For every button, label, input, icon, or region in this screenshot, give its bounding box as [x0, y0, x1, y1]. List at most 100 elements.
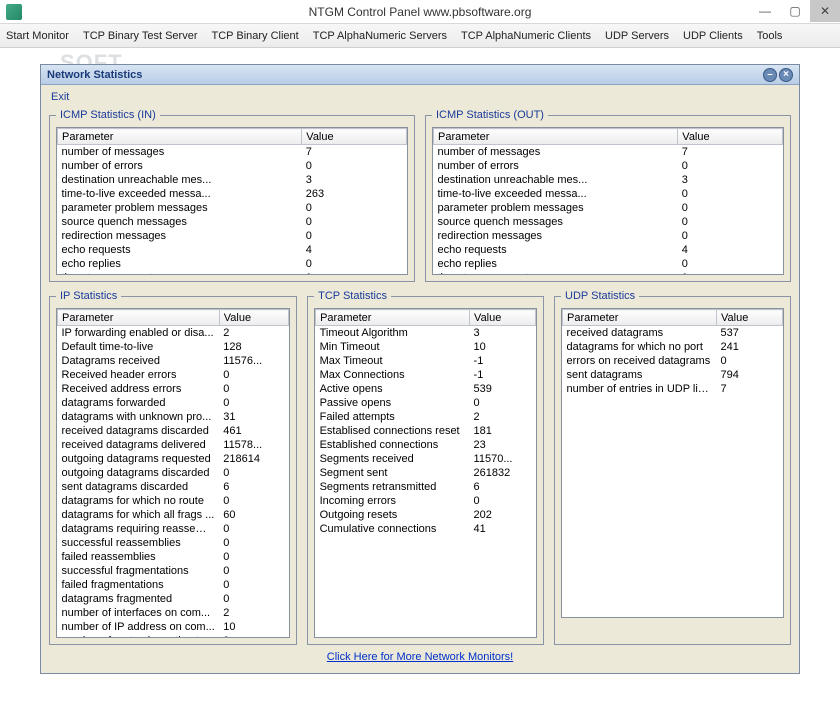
table-row[interactable]: Segments retransmitted6	[316, 480, 536, 494]
list-udp[interactable]: Parameter Value received datagrams537dat…	[561, 308, 784, 618]
table-row[interactable]: IP forwarding enabled or disa...2	[58, 326, 289, 340]
menu-tcp-binary-client[interactable]: TCP Binary Client	[212, 30, 299, 42]
col-parameter[interactable]: Parameter	[434, 129, 678, 145]
table-row[interactable]: datagrams for which all frags ...60	[58, 508, 289, 522]
table-row[interactable]: sent datagrams794	[563, 368, 783, 382]
table-row[interactable]: errors on received datagrams0	[563, 354, 783, 368]
table-row[interactable]: datagrams with unknown pro...31	[58, 410, 289, 424]
list-ip[interactable]: Parameter Value IP forwarding enabled or…	[56, 308, 290, 638]
table-row[interactable]: Outgoing resets202	[316, 508, 536, 522]
cell-parameter: outgoing datagrams requested	[58, 452, 220, 466]
table-row[interactable]: successful reassemblies0	[58, 536, 289, 550]
col-value[interactable]: Value	[219, 310, 288, 326]
table-row[interactable]: source quench messages0	[58, 215, 407, 229]
menu-tools[interactable]: Tools	[757, 30, 783, 42]
menu-start-monitor[interactable]: Start Monitor	[6, 30, 69, 42]
table-row[interactable]: datagrams requiring reassembly0	[58, 522, 289, 536]
table-row[interactable]: number of messages7	[434, 145, 783, 159]
cell-value: 3	[678, 173, 783, 187]
table-row[interactable]: number of routes in routing ta...9	[58, 634, 289, 639]
table-row[interactable]: destination unreachable mes...3	[58, 173, 407, 187]
minimize-button[interactable]: —	[750, 0, 780, 22]
table-row[interactable]: received datagrams537	[563, 326, 783, 340]
table-row[interactable]: Min Timeout10	[316, 340, 536, 354]
table-row[interactable]: echo requests4	[58, 243, 407, 257]
cell-parameter: datagrams for which no port	[563, 340, 717, 354]
col-parameter[interactable]: Parameter	[58, 310, 220, 326]
cell-parameter: redirection messages	[434, 229, 678, 243]
table-row[interactable]: number of interfaces on com...2	[58, 606, 289, 620]
table-row[interactable]: Segment sent261832	[316, 466, 536, 480]
table-row[interactable]: datagrams for which no route0	[58, 494, 289, 508]
menu-tcp-alphanumeric-clients[interactable]: TCP AlphaNumeric Clients	[461, 30, 591, 42]
table-row[interactable]: received datagrams discarded461	[58, 424, 289, 438]
col-value[interactable]: Value	[302, 129, 407, 145]
table-row[interactable]: destination unreachable mes...3	[434, 173, 783, 187]
table-row[interactable]: outgoing datagrams discarded0	[58, 466, 289, 480]
table-row[interactable]: source quench messages0	[434, 215, 783, 229]
col-parameter[interactable]: Parameter	[316, 310, 470, 326]
menu-tcp-binary-test-server[interactable]: TCP Binary Test Server	[83, 30, 198, 42]
table-row[interactable]: Segments received11570...	[316, 452, 536, 466]
table-row[interactable]: failed reassemblies0	[58, 550, 289, 564]
table-row[interactable]: Active opens539	[316, 382, 536, 396]
table-row[interactable]: datagrams fragmented0	[58, 592, 289, 606]
table-row[interactable]: Establised connections reset181	[316, 424, 536, 438]
table-row[interactable]: Max Timeout-1	[316, 354, 536, 368]
table-row[interactable]: received datagrams delivered11578...	[58, 438, 289, 452]
table-row[interactable]: number of messages7	[58, 145, 407, 159]
table-row[interactable]: parameter problem messages0	[58, 201, 407, 215]
table-row[interactable]: Passive opens0	[316, 396, 536, 410]
table-row[interactable]: number of errors0	[434, 159, 783, 173]
col-value[interactable]: Value	[678, 129, 783, 145]
table-row[interactable]: Datagrams received11576...	[58, 354, 289, 368]
table-row[interactable]: successful fragmentations0	[58, 564, 289, 578]
table-row[interactable]: Received header errors0	[58, 368, 289, 382]
list-tcp[interactable]: Parameter Value Timeout Algorithm3Min Ti…	[314, 308, 537, 638]
close-button[interactable]: ✕	[810, 0, 840, 22]
maximize-button[interactable]: ▢	[780, 0, 810, 22]
table-row[interactable]: timestamp requests0	[58, 271, 407, 276]
table-row[interactable]: echo replies0	[58, 257, 407, 271]
menu-udp-servers[interactable]: UDP Servers	[605, 30, 669, 42]
exit-link[interactable]: Exit	[49, 87, 71, 109]
table-row[interactable]: Received address errors0	[58, 382, 289, 396]
table-row[interactable]: redirection messages0	[58, 229, 407, 243]
table-row[interactable]: time-to-live exceeded messa...0	[434, 187, 783, 201]
table-row[interactable]: datagrams for which no port241	[563, 340, 783, 354]
table-row[interactable]: timestamp requests0	[434, 271, 783, 276]
table-row[interactable]: number of entries in UDP list...7	[563, 382, 783, 396]
table-row[interactable]: redirection messages0	[434, 229, 783, 243]
menu-udp-clients[interactable]: UDP Clients	[683, 30, 743, 42]
table-row[interactable]: echo replies0	[434, 257, 783, 271]
table-row[interactable]: parameter problem messages0	[434, 201, 783, 215]
footer-more-monitors-link[interactable]: Click Here for More Network Monitors!	[49, 645, 791, 665]
table-row[interactable]: time-to-live exceeded messa...263	[58, 187, 407, 201]
col-value[interactable]: Value	[717, 310, 783, 326]
table-row[interactable]: Cumulative connections41	[316, 522, 536, 536]
table-row[interactable]: Default time-to-live128	[58, 340, 289, 354]
table-row[interactable]: Failed attempts2	[316, 410, 536, 424]
mdi-close-icon[interactable]: ×	[779, 68, 793, 82]
col-parameter[interactable]: Parameter	[563, 310, 717, 326]
mdi-minimize-icon[interactable]: –	[763, 68, 777, 82]
table-row[interactable]: number of IP address on com...10	[58, 620, 289, 634]
table-row[interactable]: echo requests4	[434, 243, 783, 257]
table-row[interactable]: Incoming errors0	[316, 494, 536, 508]
cell-parameter: number of messages	[58, 145, 302, 159]
list-icmp-out[interactable]: Parameter Value number of messages7numbe…	[432, 127, 784, 275]
col-value[interactable]: Value	[470, 310, 536, 326]
col-parameter[interactable]: Parameter	[58, 129, 302, 145]
list-icmp-in[interactable]: Parameter Value number of messages7numbe…	[56, 127, 408, 275]
mdi-titlebar[interactable]: Network Statistics – ×	[41, 65, 799, 85]
table-row[interactable]: Max Connections-1	[316, 368, 536, 382]
table-row[interactable]: failed fragmentations0	[58, 578, 289, 592]
menu-tcp-alphanumeric-servers[interactable]: TCP AlphaNumeric Servers	[313, 30, 447, 42]
table-row[interactable]: outgoing datagrams requested218614	[58, 452, 289, 466]
table-row[interactable]: sent datagrams discarded6	[58, 480, 289, 494]
table-row[interactable]: Established connections23	[316, 438, 536, 452]
table-row[interactable]: number of errors0	[58, 159, 407, 173]
table-row[interactable]: datagrams forwarded0	[58, 396, 289, 410]
table-row[interactable]: Timeout Algorithm3	[316, 326, 536, 340]
legend-tcp: TCP Statistics	[314, 290, 391, 302]
